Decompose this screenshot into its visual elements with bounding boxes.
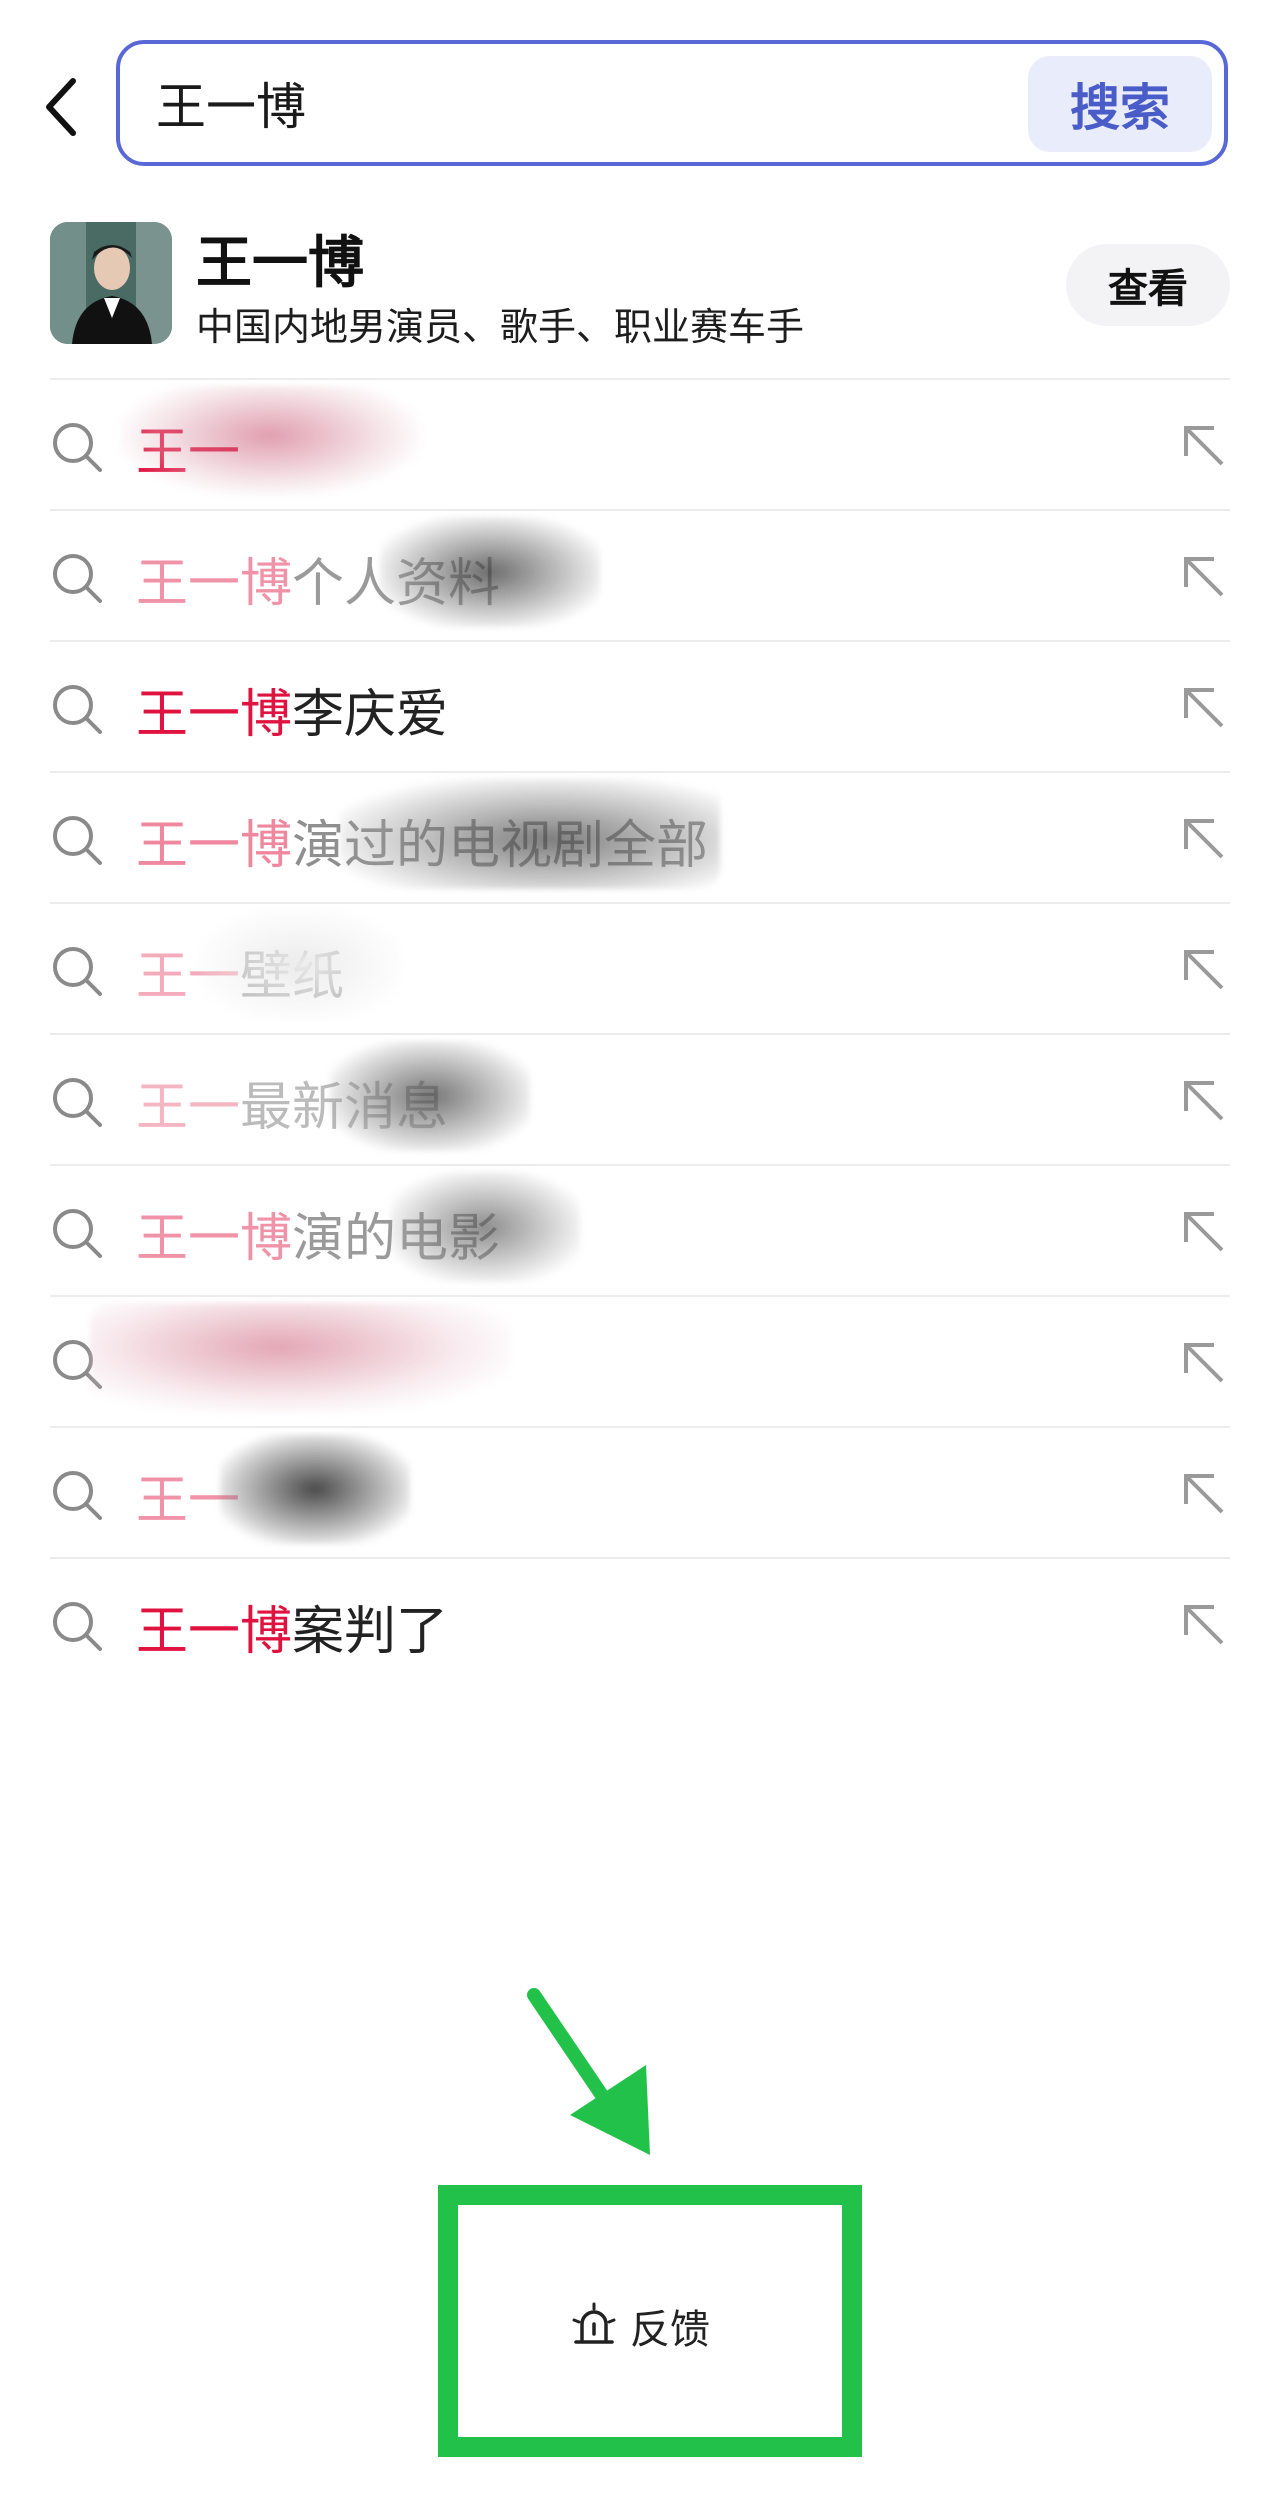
search-icon	[53, 1602, 102, 1651]
search-icon	[53, 1340, 102, 1389]
fill-query-icon[interactable]	[1178, 1337, 1230, 1389]
search-header: 搜索	[0, 38, 1280, 176]
entity-description: 中国内地男演员、歌手、职业赛车手	[196, 305, 805, 349]
list-item[interactable]: 王一博演过的电视剧全部	[50, 771, 1230, 902]
search-button[interactable]: 搜索	[1028, 56, 1212, 152]
feedback-label: 反馈	[630, 2307, 710, 2353]
fill-query-icon[interactable]	[1178, 420, 1230, 472]
chevron-left-icon	[46, 78, 76, 136]
suggestion-text: 王一博个人资料	[136, 554, 501, 614]
suggestion-text: 王一博演的电影	[136, 1209, 501, 1269]
list-item[interactable]: 王一最新消息	[50, 1033, 1230, 1164]
list-item[interactable]: 王一博演的电影	[50, 1164, 1230, 1295]
entity-name: 王一博	[196, 231, 364, 296]
search-icon	[53, 685, 102, 734]
fill-query-icon[interactable]	[1178, 944, 1230, 996]
suggestion-text: 王一博案判了	[136, 1602, 449, 1662]
feedback-icon	[572, 2302, 616, 2344]
fill-query-icon[interactable]	[1178, 1468, 1230, 1520]
search-icon	[53, 947, 102, 996]
list-item[interactable]: 王一博案判了	[50, 1557, 1230, 1688]
fill-query-icon[interactable]	[1178, 1599, 1230, 1651]
search-box: 搜索	[116, 40, 1228, 166]
suggestion-text: 王一壁纸	[136, 947, 345, 1007]
search-icon	[53, 1471, 102, 1520]
fill-query-icon[interactable]	[1178, 551, 1230, 603]
suggestion-text: 王一	[136, 1471, 241, 1531]
fill-query-icon[interactable]	[1178, 1206, 1230, 1258]
fill-query-icon[interactable]	[1178, 1075, 1230, 1127]
search-icon	[53, 816, 102, 865]
avatar	[50, 222, 172, 344]
list-item[interactable]: 王一博个人资料	[50, 509, 1230, 640]
suggestion-text: 王一博李庆爱	[136, 685, 449, 745]
fill-query-icon[interactable]	[1178, 682, 1230, 734]
list-item[interactable]: 王一	[50, 1426, 1230, 1557]
list-item[interactable]: 王一壁纸	[50, 902, 1230, 1033]
back-button[interactable]	[30, 72, 92, 142]
search-icon	[53, 1078, 102, 1127]
search-icon	[53, 1209, 102, 1258]
search-icon	[53, 423, 102, 472]
annotation-arrow	[527, 1988, 650, 2155]
list-item[interactable]: 王一博李庆爱	[50, 640, 1230, 771]
suggestion-list: 王一 王一博个人资料 王一博李庆爱 王一博演过的电视剧全部 王一壁纸 王一最新消…	[50, 378, 1230, 1688]
suggestion-text: 王一	[136, 423, 241, 483]
list-item[interactable]: 王一	[50, 378, 1230, 509]
fill-query-icon[interactable]	[1178, 813, 1230, 865]
suggestion-text: 王一博演过的电视剧全部	[136, 816, 709, 876]
suggestion-text: 王一最新消息	[136, 1078, 449, 1138]
view-button[interactable]: 查看	[1066, 244, 1230, 326]
search-input[interactable]	[156, 68, 996, 138]
feedback-button[interactable]: 反馈	[570, 2296, 710, 2356]
list-item[interactable]	[50, 1295, 1230, 1426]
search-icon	[53, 554, 102, 603]
entity-card[interactable]: 王一博 中国内地男演员、歌手、职业赛车手 查看	[50, 222, 1230, 349]
